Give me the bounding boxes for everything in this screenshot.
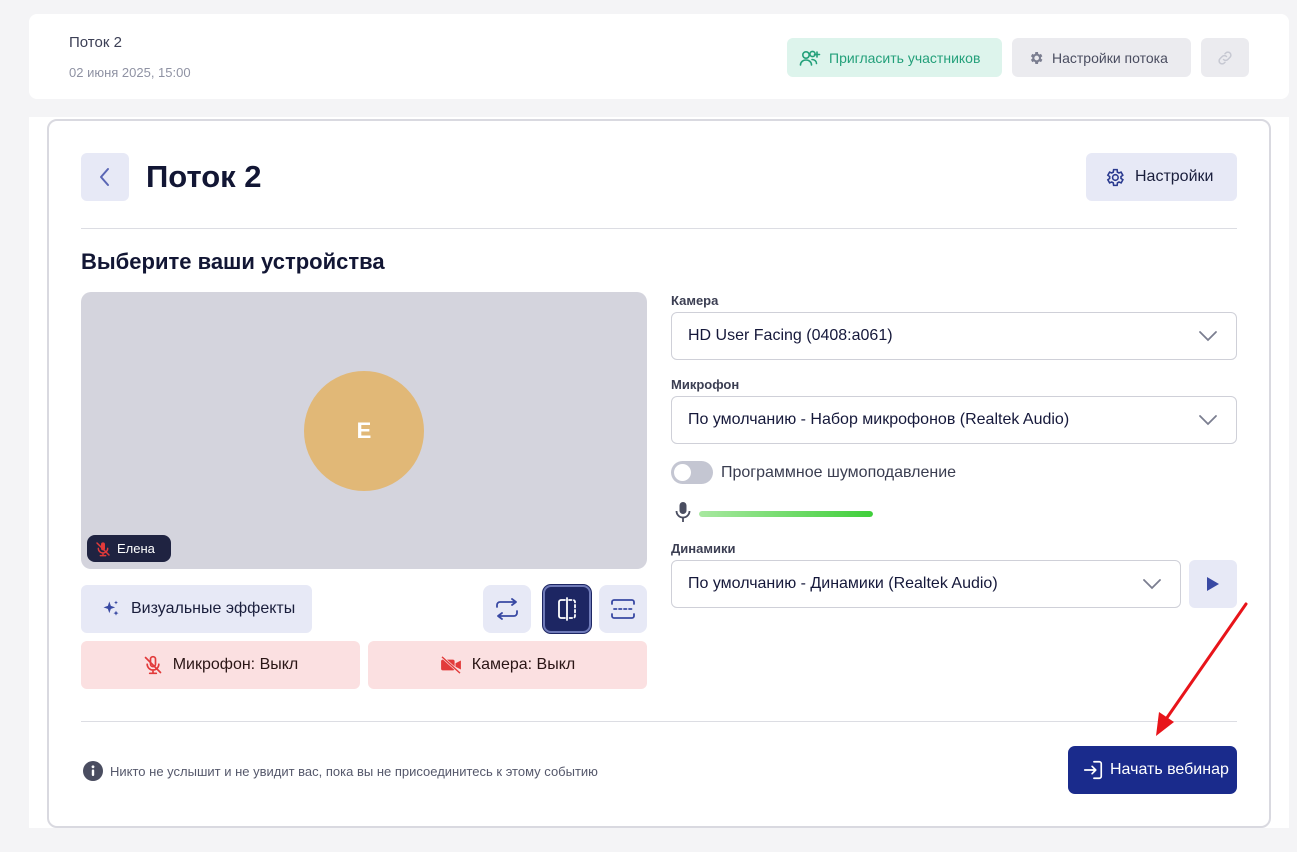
- users-plus-icon: [799, 50, 821, 66]
- start-webinar-label: Начать вебинар: [1110, 761, 1229, 778]
- chevron-left-icon: [100, 168, 109, 186]
- mirror-icon: [558, 597, 576, 621]
- sparkles-icon: [103, 600, 119, 616]
- settings-button[interactable]: Настройки: [1086, 153, 1237, 201]
- invite-participants-button[interactable]: Пригласить участников: [787, 38, 1002, 77]
- device-setup-card: Поток 2 Настройки Выберите ваши устройст…: [47, 119, 1271, 828]
- settings-label: Настройки: [1135, 168, 1214, 185]
- stream-date: 02 июня 2025, 15:00: [69, 65, 191, 80]
- gear-icon: [1030, 51, 1043, 64]
- back-button[interactable]: [81, 153, 129, 201]
- frame-icon: [611, 599, 635, 619]
- microphone-toggle-button[interactable]: Микрофон: Выкл: [81, 641, 360, 689]
- microphone-level-fill: [699, 511, 873, 517]
- mic-off-icon: [96, 541, 110, 556]
- info-icon: [83, 761, 103, 781]
- link-icon: [1218, 50, 1232, 65]
- stream-settings-button[interactable]: Настройки потока: [1012, 38, 1191, 77]
- microphone-level-meter: [699, 511, 873, 517]
- video-preview: Е Елена: [81, 292, 647, 569]
- invite-label: Пригласить участников: [829, 49, 981, 66]
- copy-link-button[interactable]: [1201, 38, 1249, 77]
- mic-off-icon: [144, 655, 162, 675]
- privacy-notice-text: Никто не услышит и не увидит вас, пока в…: [110, 763, 598, 779]
- participant-name: Елена: [117, 541, 155, 556]
- visual-effects-label: Визуальные эффекты: [131, 600, 296, 617]
- play-icon: [1207, 577, 1219, 591]
- microphone-status-label: Микрофон: Выкл: [172, 656, 299, 673]
- section-title: Выберите ваши устройства: [81, 249, 385, 274]
- avatar: Е: [304, 371, 424, 491]
- chevron-down-icon: [1143, 579, 1161, 590]
- noise-suppression-toggle[interactable]: [671, 461, 713, 484]
- fit-frame-button[interactable]: [599, 585, 647, 633]
- footer-divider: [81, 721, 1237, 722]
- speakers-select[interactable]: По умолчанию - Динамики (Realtek Audio): [671, 560, 1181, 608]
- speakers-value: По умолчанию - Динамики (Realtek Audio): [688, 575, 998, 592]
- start-webinar-button[interactable]: Начать вебинар: [1068, 746, 1237, 794]
- camera-value: HD User Facing (0408:a061): [688, 327, 893, 344]
- gear-icon: [1106, 168, 1124, 186]
- page-title: Поток 2: [146, 159, 262, 194]
- sign-in-icon: [1083, 760, 1103, 780]
- speakers-label: Динамики: [671, 541, 736, 556]
- noise-suppression-label: Программное шумоподавление: [721, 464, 957, 481]
- stream-name: Поток 2: [69, 34, 122, 51]
- chevron-down-icon: [1199, 331, 1217, 342]
- microphone-icon: [675, 502, 691, 522]
- visual-effects-button[interactable]: Визуальные эффекты: [81, 585, 312, 633]
- camera-off-icon: [440, 656, 461, 674]
- microphone-value: По умолчанию - Набор микрофонов (Realtek…: [688, 411, 1070, 428]
- switch-camera-button[interactable]: [483, 585, 531, 633]
- stream-settings-label: Настройки потока: [1052, 49, 1168, 66]
- microphone-label: Микрофон: [671, 377, 740, 392]
- participant-badge: Елена: [87, 535, 171, 562]
- privacy-notice: Никто не услышит и не увидит вас, пока в…: [83, 761, 598, 781]
- camera-select[interactable]: HD User Facing (0408:a061): [671, 312, 1237, 360]
- microphone-select[interactable]: По умолчанию - Набор микрофонов (Realtek…: [671, 396, 1237, 444]
- mirror-view-button[interactable]: [543, 585, 591, 633]
- chevron-down-icon: [1199, 415, 1217, 426]
- camera-label: Камера: [671, 293, 719, 308]
- camera-status-label: Камера: Выкл: [471, 656, 576, 673]
- swap-icon: [496, 598, 518, 620]
- stream-header: Поток 2 02 июня 2025, 15:00 Пригласить у…: [29, 14, 1289, 99]
- header-divider: [81, 228, 1237, 229]
- annotation-arrow: [1156, 602, 1248, 736]
- camera-toggle-button[interactable]: Камера: Выкл: [368, 641, 647, 689]
